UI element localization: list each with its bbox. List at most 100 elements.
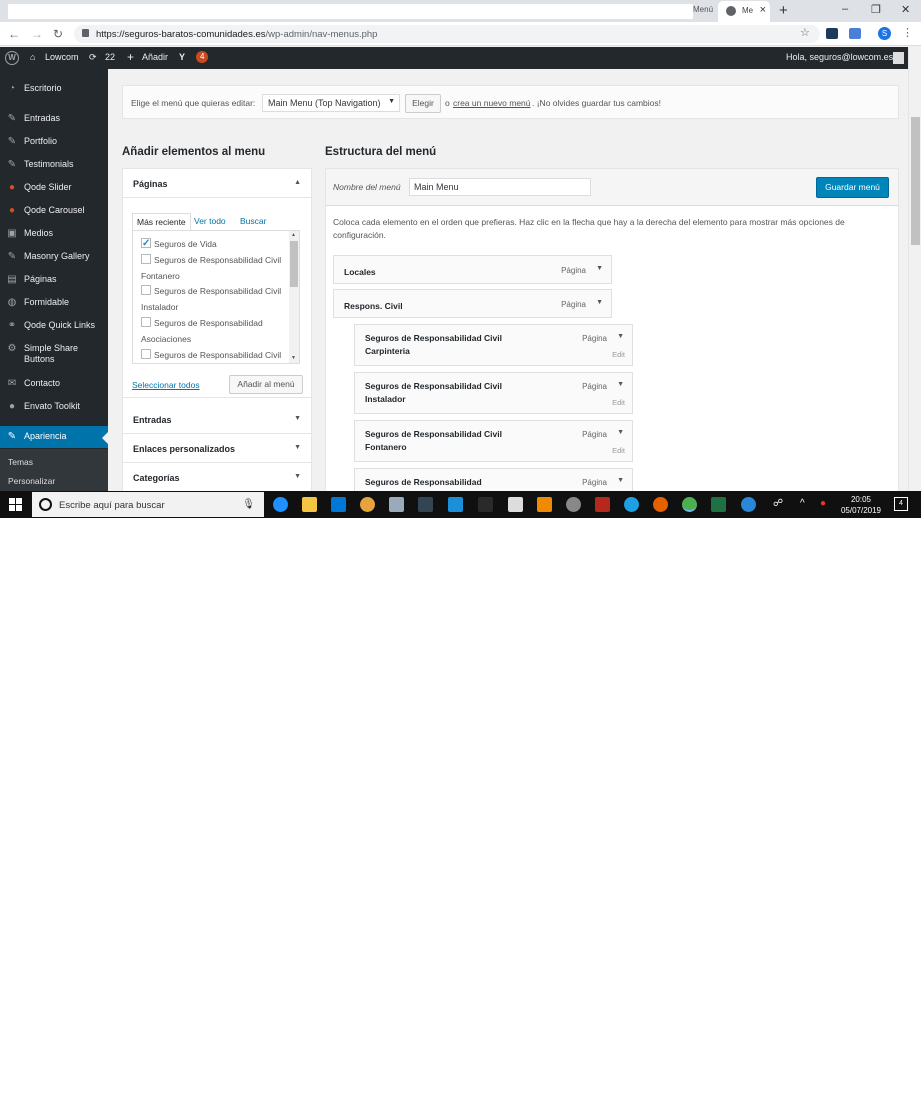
menu-item-edit[interactable]: Edit (612, 446, 625, 455)
list-item[interactable]: Seguros de Responsabilidad Civil (133, 348, 289, 363)
microphone-icon[interactable]: 🎙 (242, 499, 255, 510)
list-item[interactable]: Seguros de Vida (133, 236, 289, 253)
restore-button[interactable]: ❐ (871, 3, 881, 16)
checkbox[interactable] (141, 285, 151, 295)
people-icon[interactable]: ☍ (773, 498, 783, 509)
windows-start-icon[interactable] (9, 498, 22, 511)
home-icon[interactable]: ⌂ (30, 52, 35, 62)
chrome-menu-icon[interactable]: ⋮ (902, 26, 913, 39)
categories-section-header[interactable]: Categorías ▼ (123, 463, 311, 491)
create-menu-link[interactable]: crea un nuevo menú (453, 98, 531, 108)
url-field[interactable]: https://seguros-baratos-comunidades.es/w… (74, 25, 820, 43)
select-all-link[interactable]: Seleccionar todos (132, 380, 200, 390)
translate-icon[interactable] (849, 28, 861, 39)
sidebar-item-simple-share-buttons[interactable]: ⚙ Simple Share Buttons (0, 338, 108, 368)
sidebar-item-qode-carousel[interactable]: ● Qode Carousel (0, 200, 108, 222)
sidebar-item-qode-slider[interactable]: ● Qode Slider (0, 177, 108, 199)
action-center-icon[interactable]: 4 (894, 497, 908, 511)
sidebar-item-entradas[interactable]: ✎ Entradas (0, 108, 108, 130)
vlc-icon[interactable] (537, 497, 552, 512)
sidebar-item-portfolio[interactable]: ✎ Portfolio (0, 131, 108, 153)
menu-item[interactable]: Locales Página ▼ (333, 255, 612, 284)
tab-most-recent[interactable]: Más reciente (132, 213, 191, 231)
firefox-icon[interactable] (653, 497, 668, 512)
taskbar-search[interactable]: Escribe aquí para buscar 🎙 (32, 492, 264, 517)
app-icon[interactable] (566, 497, 581, 512)
yoast-icon[interactable]: Y (179, 52, 185, 62)
excel-icon[interactable] (711, 497, 726, 512)
list-item[interactable]: Seguros de Responsabilidad Asociaciones (133, 316, 289, 347)
profile-avatar[interactable]: S (878, 27, 891, 40)
file-explorer-icon[interactable] (302, 497, 317, 512)
media-app-icon[interactable] (418, 497, 433, 512)
teamviewer-icon[interactable] (448, 497, 463, 512)
menu-item[interactable]: Seguros de Responsabilidad Civil Fontane… (354, 420, 633, 462)
submenu-personalizar[interactable]: Personalizar (8, 476, 55, 486)
list-item[interactable]: Seguros de Responsabilidad Civil Instala… (133, 284, 289, 315)
menu-name-input[interactable]: Main Menu (409, 178, 591, 196)
sidebar-item-contacto[interactable]: ✉ Contacto (0, 373, 108, 395)
tab-view-all[interactable]: Ver todo (190, 213, 230, 229)
ie-icon[interactable] (624, 497, 639, 512)
menu-item-edit[interactable]: Edit (612, 350, 625, 359)
menu-item-edit[interactable]: Edit (612, 398, 625, 407)
avatar[interactable] (893, 52, 904, 64)
close-window-button[interactable]: ✕ (901, 3, 910, 16)
tab-search[interactable]: Buscar (236, 213, 270, 229)
scroll-up-icon[interactable]: ▲ (291, 232, 296, 238)
sidebar-item-escritorio[interactable]: ◔ Escritorio (0, 78, 108, 100)
chevron-down-icon[interactable]: ▼ (617, 429, 624, 436)
app-icon[interactable] (478, 497, 493, 512)
app-icon[interactable] (360, 497, 375, 512)
posts-section-header[interactable]: Entradas ▼ (123, 405, 311, 434)
checkbox-checked[interactable] (141, 236, 151, 252)
checkbox[interactable] (141, 254, 151, 264)
extension-icon[interactable] (826, 28, 838, 39)
scroll-down-icon[interactable]: ▼ (291, 355, 296, 361)
app-icon[interactable] (389, 497, 404, 512)
taskbar-clock[interactable]: 20:05 05/07/2019 (838, 494, 884, 516)
edge-icon[interactable] (273, 497, 288, 512)
menu-item[interactable]: Respons. Civil Página ▼ (333, 289, 612, 318)
add-to-menu-button[interactable]: Añadir al menú (229, 375, 303, 394)
sidebar-item-qode-quick-links[interactable]: ⚭ Qode Quick Links (0, 315, 108, 337)
show-hidden-icons[interactable]: ^ (800, 498, 805, 509)
user-greeting[interactable]: Hola, seguros@lowcom.es (786, 52, 893, 62)
save-menu-button[interactable]: Guardar menú (816, 177, 889, 198)
updates-count[interactable]: 22 (105, 52, 115, 62)
menu-item[interactable]: Seguros de Responsabilidad Página ▼ (354, 468, 633, 491)
filezilla-icon[interactable] (595, 497, 610, 512)
checklist-scrollbar[interactable]: ▲ ▼ (289, 231, 299, 363)
tab-placeholder[interactable] (8, 4, 693, 19)
forward-icon[interactable]: → (31, 27, 43, 41)
sidebar-item-formidable[interactable]: ◍ Formidable (0, 292, 108, 314)
help-icon[interactable] (741, 497, 756, 512)
chevron-down-icon[interactable]: ▼ (596, 265, 603, 272)
submenu-temas[interactable]: Temas (8, 457, 33, 467)
sidebar-item-testimonials[interactable]: ✎ Testimonials (0, 154, 108, 176)
menu-select[interactable]: Main Menu (Top Navigation) ▼ (262, 94, 400, 112)
chevron-down-icon[interactable]: ▼ (617, 381, 624, 388)
custom-links-section-header[interactable]: Enlaces personalizados ▼ (123, 434, 311, 463)
chrome-icon[interactable] (682, 497, 697, 512)
page-scrollbar[interactable] (908, 47, 921, 491)
back-icon[interactable]: ← (8, 27, 20, 41)
chevron-down-icon[interactable]: ▼ (617, 333, 624, 340)
minimize-button[interactable]: – (842, 3, 848, 15)
tab-active[interactable]: Me × (718, 1, 770, 22)
page-scrollbar-thumb[interactable] (911, 117, 920, 245)
wordpress-logo-icon[interactable]: W (5, 51, 19, 65)
store-icon[interactable] (331, 497, 346, 512)
checkbox[interactable] (141, 317, 151, 327)
site-name[interactable]: Lowcom (45, 52, 79, 62)
new-content-link[interactable]: Añadir (142, 52, 168, 62)
notification-badge[interactable]: 4 (196, 51, 209, 63)
sidebar-item-apariencia[interactable]: ✎ Apariencia (0, 426, 108, 448)
checklist-scrollbar-thumb[interactable] (290, 241, 298, 287)
reload-icon[interactable]: ↻ (53, 27, 63, 41)
bookmark-star-icon[interactable]: ☆ (800, 26, 810, 39)
list-item[interactable]: Seguros de Responsabilidad Civil Fontane… (133, 253, 289, 284)
calculator-icon[interactable] (508, 497, 523, 512)
menu-item[interactable]: Seguros de Responsabilidad Civil Carpint… (354, 324, 633, 366)
network-icon[interactable]: ● (820, 498, 826, 509)
